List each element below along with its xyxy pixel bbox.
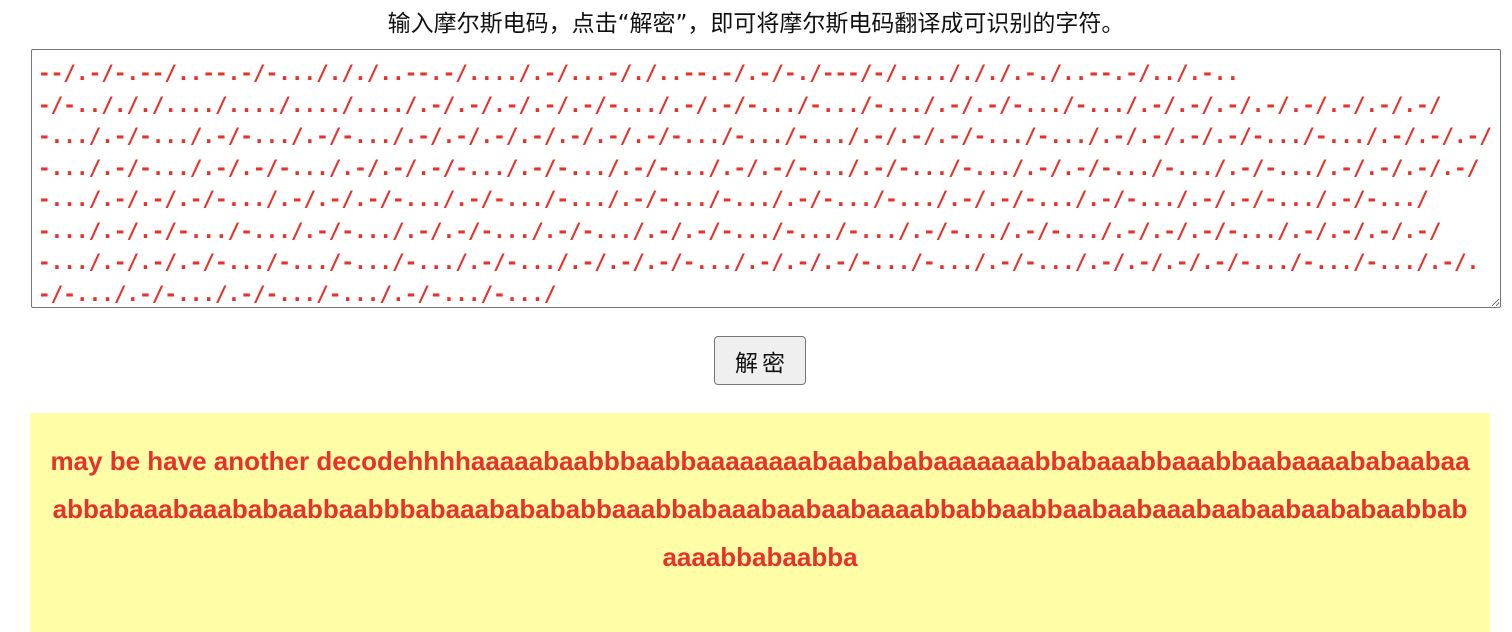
decoded-result-text: may be have another decodehhhhaaaaabaabb… — [50, 446, 1470, 572]
morse-code-input[interactable]: --/.-/-.--/..--.-/-.../././..--.-/..../.… — [31, 49, 1501, 308]
decrypt-button[interactable]: 解密 — [714, 336, 806, 385]
page-instruction: 输入摩尔斯电码，点击“解密”，即可将摩尔斯电码翻译成可识别的字符。 — [387, 11, 1125, 37]
decoded-result-panel: may be have another decodehhhhaaaaabaabb… — [30, 413, 1490, 632]
